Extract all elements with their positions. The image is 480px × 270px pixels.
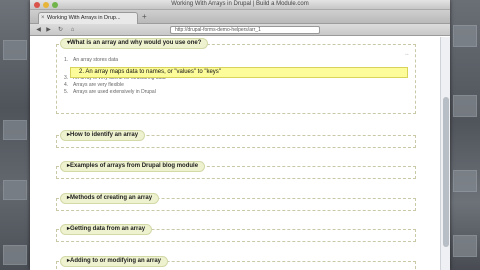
- section-title: ▾What is an array and why would you use …: [67, 40, 202, 46]
- desktop-thumbnail: [3, 40, 27, 60]
- desktop-thumbnail: [453, 235, 477, 257]
- panel-corner-icon: ◦◦: [405, 52, 409, 58]
- close-tab-icon[interactable]: ×: [41, 13, 45, 24]
- list-item: 5. Arrays are used extensively in Drupal: [64, 89, 156, 95]
- desktop-thumbnail: [3, 120, 27, 140]
- vertical-scrollbar[interactable]: [440, 37, 450, 270]
- section-title: ▸Adding to or modifying an array: [67, 258, 162, 264]
- section-header[interactable]: ▸Getting data from an array: [60, 224, 153, 235]
- desktop-thumbnail: [3, 245, 27, 265]
- navigation-toolbar: ◀ ▶ ↻ ⌂ http://drupal-forms-demo-helpers…: [30, 24, 450, 36]
- desktop-right-strip: [450, 0, 480, 270]
- desktop-thumbnail: [453, 25, 477, 47]
- desktop-thumbnail: [453, 95, 477, 117]
- forward-icon[interactable]: ▶: [44, 26, 53, 34]
- page-content: ▾What is an array and why would you use …: [30, 37, 440, 270]
- desktop-left-strip: [0, 0, 30, 270]
- title-bar: Working With Arrays in Drupal | Build a …: [30, 0, 450, 10]
- back-icon[interactable]: ◀: [34, 26, 43, 34]
- section-header[interactable]: ▸How to identify an array: [60, 130, 146, 141]
- section-header[interactable]: ▸Adding to or modifying an array: [60, 256, 169, 267]
- home-icon[interactable]: ⌂: [68, 26, 77, 34]
- window-title: Working With Arrays in Drupal | Build a …: [171, 1, 309, 7]
- tab-bar: × Working With Arrays in Drup... +: [30, 10, 450, 24]
- highlighted-point: 2. An array maps data to names, or "valu…: [70, 67, 408, 78]
- address-bar[interactable]: http://drupal-forms-demo-helpers/arr_1: [170, 26, 320, 34]
- scrollbar-thumb[interactable]: [443, 97, 449, 247]
- browser-window: Working With Arrays in Drupal | Build a …: [30, 0, 450, 270]
- section-title: ▸Methods of creating an array: [67, 195, 153, 201]
- section-header[interactable]: ▾What is an array and why would you use …: [60, 38, 209, 49]
- browser-tab[interactable]: × Working With Arrays in Drup...: [38, 12, 138, 24]
- desktop-thumbnail: [453, 170, 477, 192]
- section-title: ▸How to identify an array: [67, 132, 139, 138]
- new-tab-button[interactable]: +: [142, 12, 147, 21]
- section-header[interactable]: ▸Methods of creating an array: [60, 193, 160, 204]
- section-title: ▸Getting data from an array: [67, 226, 146, 232]
- tab-label: Working With Arrays in Drup...: [47, 15, 121, 21]
- list-item: 4. Arrays are very flexible: [64, 82, 124, 88]
- section-header[interactable]: ▸Examples of arrays from Drupal blog mod…: [60, 161, 206, 172]
- section-title: ▸Examples of arrays from Drupal blog mod…: [67, 163, 199, 169]
- list-item: 1. An array stores data: [64, 57, 119, 63]
- reload-icon[interactable]: ↻: [56, 26, 65, 34]
- desktop-thumbnail: [3, 180, 27, 200]
